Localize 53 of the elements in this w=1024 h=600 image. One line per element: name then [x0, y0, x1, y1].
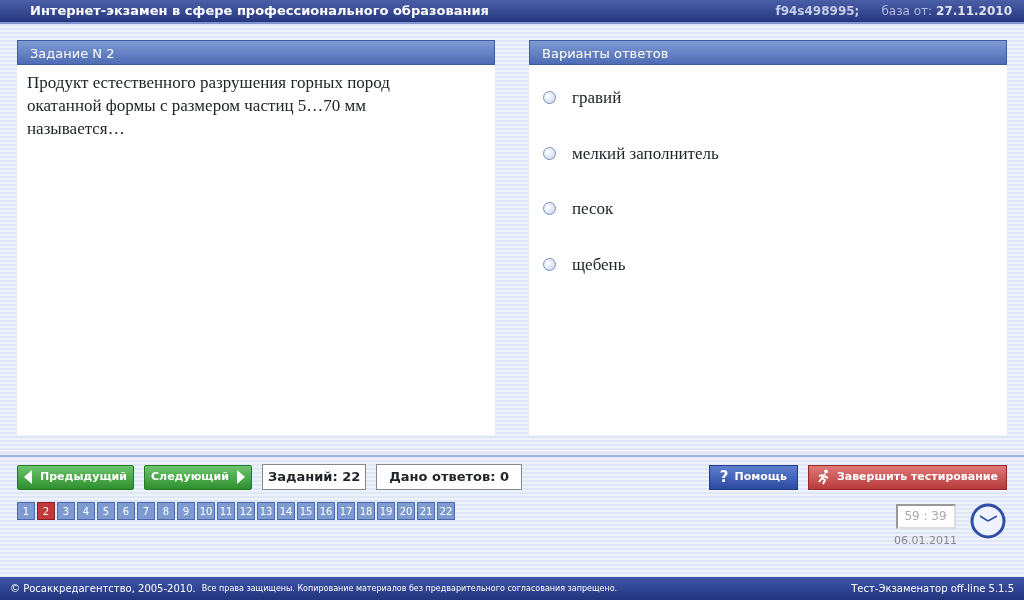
copyright-text: © Росаккредагентство, 2005-2010. [10, 582, 196, 596]
version-text: Тест-Экзаменатор off-line 5.1.5 [851, 582, 1014, 596]
question-number-button[interactable]: 11 [217, 502, 235, 520]
question-number-button[interactable]: 16 [317, 502, 335, 520]
question-number-button[interactable]: 14 [277, 502, 295, 520]
question-number-button[interactable]: 22 [437, 502, 455, 520]
question-number-button[interactable]: 4 [77, 502, 95, 520]
previous-button[interactable]: Предыдущий [17, 464, 134, 490]
radio-button[interactable] [543, 202, 556, 216]
radio-button[interactable] [543, 146, 556, 160]
question-mark-icon: ? [719, 465, 729, 489]
question-number-button[interactable]: 15 [297, 502, 315, 520]
clock-icon [969, 502, 1007, 540]
question-number-button[interactable]: 18 [357, 502, 375, 520]
session-code: f94s498995; [775, 3, 860, 20]
next-button[interactable]: Следующий [144, 464, 252, 490]
question-number-button[interactable]: 7 [137, 502, 155, 520]
question-number-button[interactable]: 12 [237, 502, 255, 520]
running-person-icon [816, 469, 831, 485]
question-number-button[interactable]: 8 [157, 502, 175, 520]
left-arrow-icon [24, 470, 32, 484]
right-arrow-icon [236, 470, 245, 484]
panel-header: Варианты ответов [529, 40, 1007, 65]
question-number-button[interactable]: 13 [257, 502, 275, 520]
option-label[interactable]: гравий [572, 85, 622, 111]
question-number-button[interactable]: 20 [397, 502, 415, 520]
panel-header: Задание N 2 [17, 40, 495, 65]
option-label[interactable]: щебень [572, 251, 626, 277]
finish-button[interactable]: Завершить тестирование [807, 464, 1007, 490]
question-number-button[interactable]: 17 [337, 502, 355, 520]
question-number-button[interactable]: 19 [377, 502, 395, 520]
base-label: база от: [881, 3, 933, 20]
option-label[interactable]: песок [572, 196, 614, 222]
question-number-button[interactable]: 5 [97, 502, 115, 520]
option-label[interactable]: мелкий заполнитель [572, 140, 719, 166]
question-number-button[interactable]: 9 [177, 502, 195, 520]
timer-display: 59 : 39 [895, 504, 956, 529]
radio-button[interactable] [543, 257, 556, 271]
rights-notice: Все права защищены. Копирование материалов без предварительного согласования запрещено. [201, 582, 618, 595]
date-text: 06.01.2011 [894, 533, 957, 549]
question-number-button[interactable]: 21 [417, 502, 435, 520]
question-number-button[interactable]: 1 [17, 502, 35, 520]
question-number-button[interactable]: 2 [37, 502, 55, 520]
question-text: Продукт естественного разрушения горных пород окатанной формы с размером частиц 5…70 мм называется… [26, 72, 392, 140]
question-number-button[interactable]: 10 [197, 502, 215, 520]
help-button[interactable]: ? Помощь [708, 464, 798, 490]
question-number-button[interactable]: 3 [57, 502, 75, 520]
window-title: Интернет-экзамен в сфере профессионального образования [30, 2, 489, 21]
base-date: 27.11.2010 [936, 3, 1012, 20]
radio-button[interactable] [543, 91, 556, 105]
question-number-button[interactable]: 6 [117, 502, 135, 520]
answered-count: Дано ответов: 0 [376, 464, 522, 490]
tasks-count: Заданий: 22 [261, 464, 367, 490]
